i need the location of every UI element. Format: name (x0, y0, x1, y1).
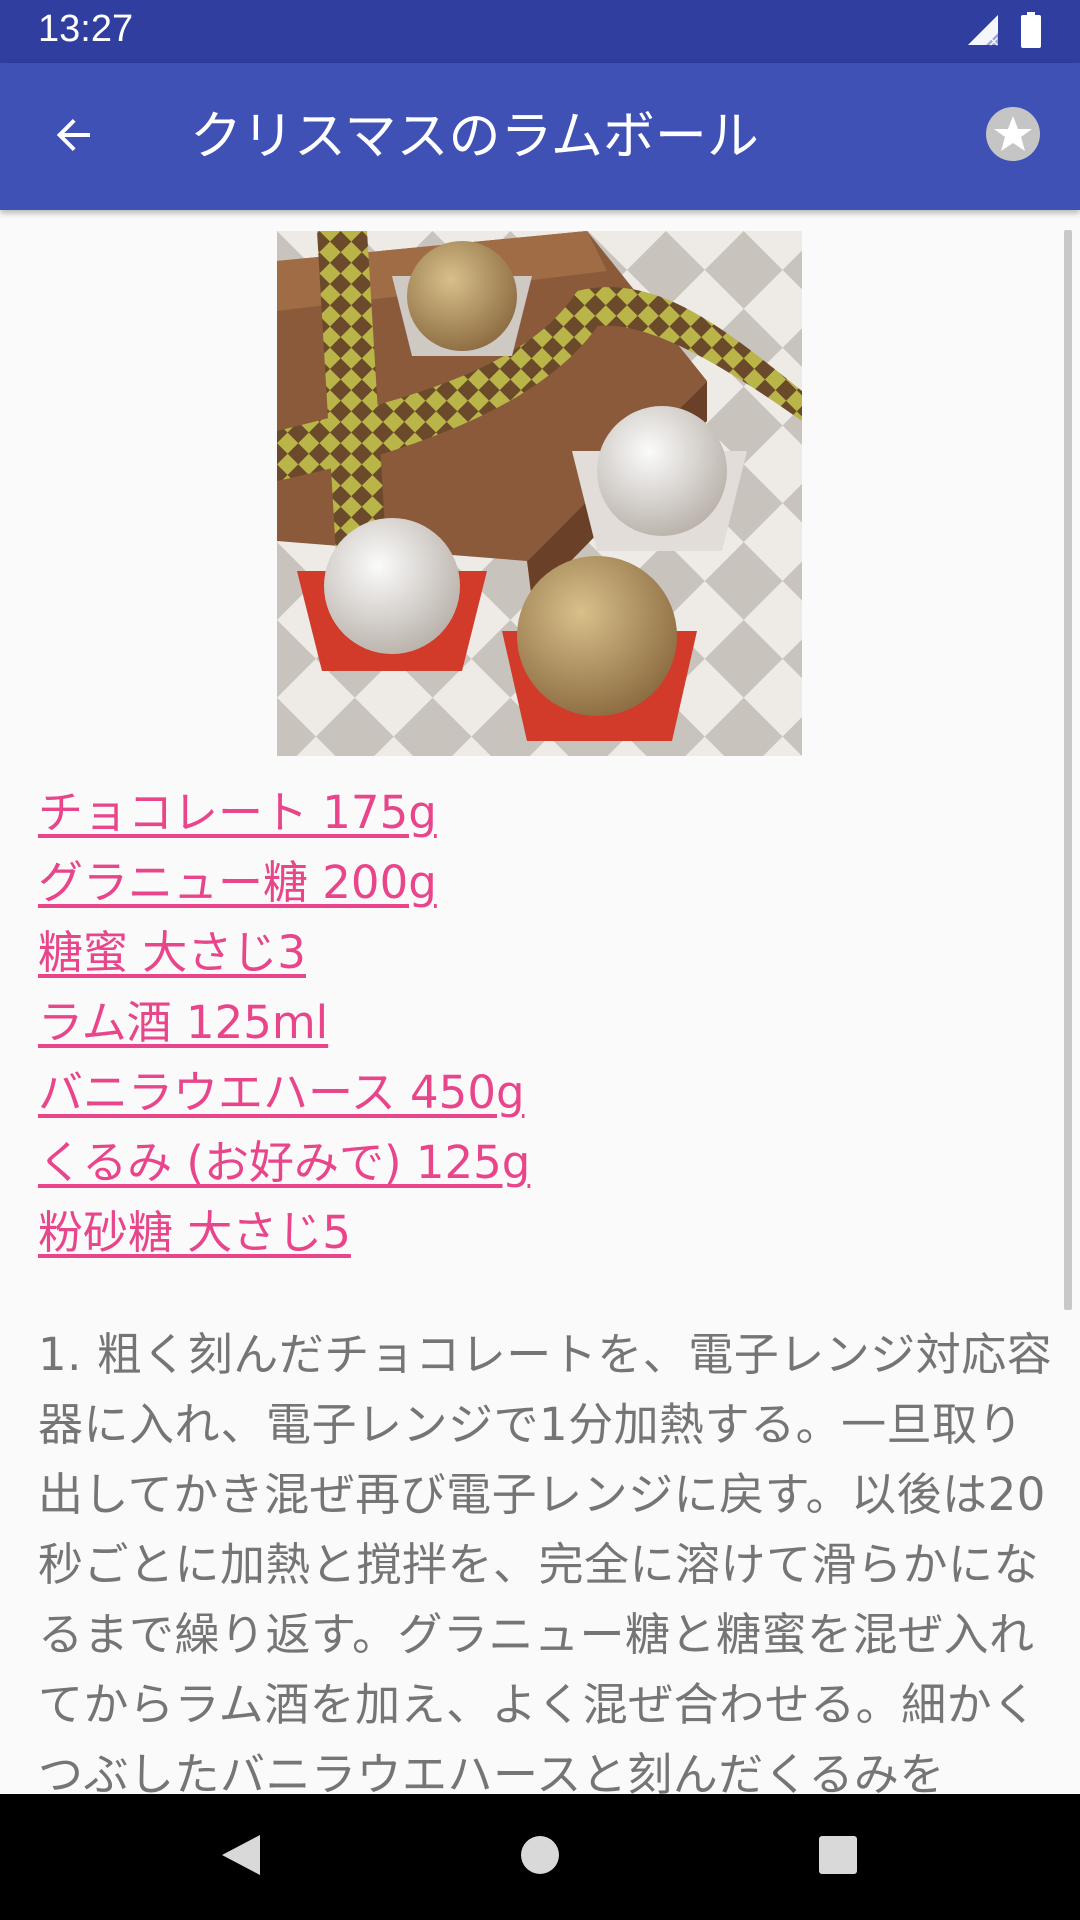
nav-recents-icon (817, 1834, 859, 1880)
favorite-button[interactable] (984, 105, 1042, 163)
recipe-content[interactable]: チョコレート 175g グラニュー糖 200g 糖蜜 大さじ3 ラム酒 125m… (0, 210, 1080, 1794)
status-bar: 13:27 × (0, 0, 1080, 63)
scrollbar[interactable] (1064, 230, 1072, 1310)
ingredient-link[interactable]: チョコレート 175g (38, 778, 938, 848)
instructions-text: 1. 粗く刻んだチョコレートを、電子レンジ対応容器に入れ、電子レンジで1分加熱す… (38, 1328, 1053, 1794)
status-icons: × (966, 12, 1042, 52)
ingredient-link[interactable]: バニラウエハース 450g (38, 1058, 938, 1128)
back-button[interactable] (40, 103, 108, 171)
nav-home-button[interactable] (505, 1824, 575, 1890)
nav-back-icon (218, 1831, 262, 1883)
star-circle-icon (984, 107, 1042, 167)
recipe-photo (277, 231, 802, 756)
ingredient-link[interactable]: 糖蜜 大さじ3 (38, 918, 938, 988)
ingredient-link[interactable]: グラニュー糖 200g (38, 848, 938, 918)
navigation-bar (0, 1794, 1080, 1920)
nav-recents-button[interactable] (803, 1824, 873, 1890)
status-time: 13:27 (38, 8, 134, 50)
arrow-back-icon (50, 111, 98, 163)
signal-no-data-icon: × (966, 13, 1000, 51)
battery-icon (1020, 12, 1042, 52)
svg-text:×: × (988, 34, 1000, 47)
ingredient-list: チョコレート 175g グラニュー糖 200g 糖蜜 大さじ3 ラム酒 125m… (38, 778, 938, 1268)
nav-back-button[interactable] (205, 1824, 275, 1890)
ingredient-link[interactable]: 粉砂糖 大さじ5 (38, 1198, 938, 1268)
page-title: クリスマスのラムボール (190, 107, 759, 167)
ingredient-link[interactable]: ラム酒 125ml (38, 988, 938, 1058)
app-bar: クリスマスのラムボール (0, 63, 1080, 210)
ingredient-link[interactable]: くるみ (お好みで) 125g (38, 1128, 938, 1198)
nav-home-icon (519, 1834, 561, 1880)
